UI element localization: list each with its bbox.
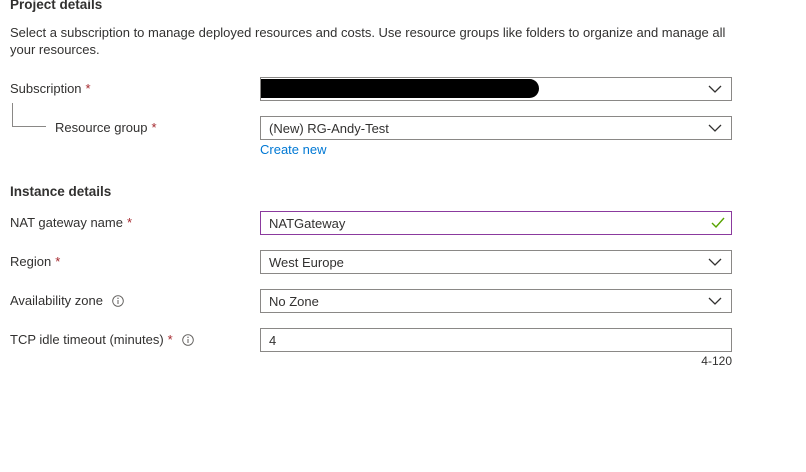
availability-zone-dropdown[interactable]: No Zone (260, 289, 732, 313)
resource-group-dropdown[interactable]: (New) RG-Andy-Test (260, 116, 732, 140)
instance-details-heading: Instance details (10, 184, 112, 199)
required-asterisk: * (167, 332, 173, 347)
availability-zone-label-text: Availability zone (10, 293, 103, 308)
resource-group-value: (New) RG-Andy-Test (269, 120, 389, 136)
nat-gateway-name-input[interactable]: NATGateway (260, 211, 732, 235)
chevron-down-icon (708, 258, 722, 266)
chevron-down-icon (708, 85, 722, 93)
chevron-down-icon (708, 124, 722, 132)
subscription-label: Subscription * (10, 81, 91, 96)
redacted-subscription-value (261, 79, 539, 98)
create-new-resource-group-link[interactable]: Create new (260, 142, 326, 157)
info-icon[interactable] (112, 294, 124, 307)
chevron-down-icon (708, 297, 722, 305)
info-icon[interactable] (181, 333, 194, 346)
nat-gateway-name-label-text: NAT gateway name (10, 215, 123, 230)
tcp-idle-timeout-value: 4 (269, 332, 277, 348)
nat-gateway-name-value: NATGateway (269, 215, 346, 231)
tcp-idle-timeout-label: TCP idle timeout (minutes) * (10, 332, 194, 347)
required-asterisk: * (85, 81, 91, 96)
region-value: West Europe (269, 254, 344, 270)
nat-gateway-name-label: NAT gateway name * (10, 215, 132, 230)
required-asterisk: * (55, 254, 61, 269)
subscription-label-text: Subscription (10, 81, 82, 96)
required-asterisk: * (126, 215, 133, 230)
tcp-idle-timeout-range-hint: 4-120 (701, 354, 732, 368)
tree-connector (12, 103, 46, 127)
resource-group-label: Resource group * (55, 120, 157, 135)
region-label-text: Region (10, 254, 52, 269)
subscription-dropdown[interactable] (260, 77, 732, 101)
project-details-description: Select a subscription to manage deployed… (10, 25, 726, 57)
availability-zone-value: No Zone (269, 293, 319, 309)
region-label: Region * (10, 254, 60, 269)
tcp-idle-timeout-input[interactable]: 4 (260, 328, 732, 352)
project-details-heading: Project details (10, 0, 103, 12)
checkmark-icon (711, 217, 725, 229)
availability-zone-label: Availability zone (10, 293, 124, 308)
resource-group-label-text: Resource group (55, 120, 148, 135)
required-asterisk: * (151, 120, 157, 135)
region-dropdown[interactable]: West Europe (260, 250, 732, 274)
tcp-idle-timeout-label-text: TCP idle timeout (minutes) (10, 332, 164, 347)
